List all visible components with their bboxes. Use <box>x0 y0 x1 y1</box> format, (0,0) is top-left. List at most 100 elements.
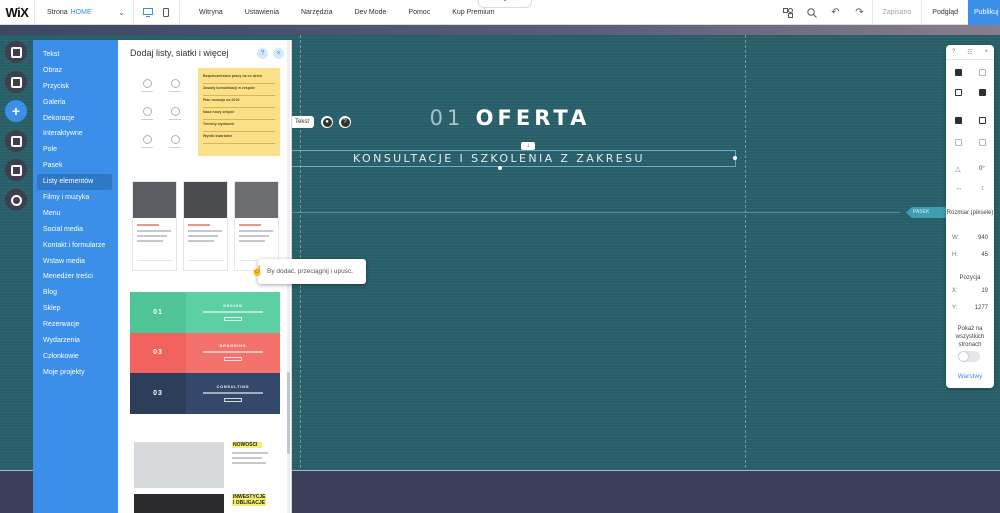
list-item <box>162 72 188 98</box>
category-blog[interactable]: Blog <box>33 285 118 301</box>
category-strip[interactable]: Pasek <box>33 158 118 174</box>
undo-icon[interactable]: ↶ <box>824 0 848 25</box>
close-button[interactable]: × <box>273 48 284 59</box>
inspector-layout-icon[interactable]: ☷ <box>967 49 972 56</box>
text-element-chip[interactable]: Tekst <box>290 116 314 128</box>
list-preset-news[interactable]: NOWOŚCI INWESTYCJE I OBLIGACJE <box>132 438 282 513</box>
category-decorative[interactable]: Dekoracje <box>33 111 118 127</box>
publish-button[interactable]: Publikuj <box>968 0 1000 25</box>
show-all-pages-toggle[interactable] <box>958 351 980 362</box>
duplicate-icon[interactable] <box>954 89 962 96</box>
category-text[interactable]: Tekst <box>33 47 118 63</box>
category-gallery[interactable]: Galeria <box>33 95 118 111</box>
category-video-music[interactable]: Filmy i muzyka <box>33 190 118 206</box>
stretch-icon[interactable]: ↔ <box>955 185 962 192</box>
category-embed[interactable]: Wstaw media <box>33 254 118 270</box>
width-field[interactable]: W: 940 <box>952 235 988 241</box>
collapse-topbar-button[interactable]: ⌃ <box>478 0 532 8</box>
animation-icon[interactable]: ● <box>321 116 333 128</box>
category-button[interactable]: Przycisk <box>33 79 118 95</box>
topbar-tools: ↶ ↷ Zapisano Podgląd Publikuj <box>776 0 1000 25</box>
preview-button[interactable]: Podgląd <box>921 0 968 25</box>
category-my-designs[interactable]: Moje projekty <box>33 365 118 381</box>
download-icon[interactable]: ↓ <box>521 142 535 150</box>
background-button[interactable] <box>5 71 27 93</box>
zoom-icon[interactable] <box>800 0 824 25</box>
mobile-view-icon[interactable] <box>161 7 171 17</box>
list-preset-colored-rows[interactable]: 01 DESIGN 03 BRANDING 03 CONSULTING <box>130 292 280 414</box>
flip-icon[interactable]: ↕ <box>981 185 985 192</box>
category-social[interactable]: Social media <box>33 222 118 238</box>
page-selector[interactable]: Strona HOME ⌄ <box>34 0 134 25</box>
list-item: Bezpieczeństwo pracy na co dzień <box>203 72 275 84</box>
panel-scrollbar-thumb[interactable] <box>287 372 290 454</box>
inspector-row-align <box>946 139 994 146</box>
menu-item-dev-mode[interactable]: Dev Mode <box>344 9 398 16</box>
section-title[interactable]: 01 OFERTA <box>380 106 640 130</box>
apps-button[interactable] <box>5 130 27 152</box>
section-subtitle[interactable]: KONSULTACJE I SZKOLENIA Z ZAKRESU <box>262 150 736 167</box>
category-store[interactable]: Sklep <box>33 301 118 317</box>
inspector-header: ? ☷ × <box>946 45 994 60</box>
size-label: Rozmiar (piksele) <box>946 210 994 216</box>
save-status[interactable]: Zapisano <box>871 0 922 25</box>
chevron-down-icon: ⌄ <box>118 7 125 17</box>
align-icon[interactable] <box>954 139 962 146</box>
category-box[interactable]: Pole <box>33 142 118 158</box>
category-events[interactable]: Wydarzenia <box>33 333 118 349</box>
rotate-icon[interactable]: △ <box>955 165 960 173</box>
category-lists[interactable]: Listy elementów <box>37 174 112 191</box>
news-image <box>134 494 224 513</box>
layers-link[interactable]: Warstwy <box>946 373 994 380</box>
current-page-name: HOME <box>70 8 92 16</box>
menu-item-site[interactable]: Witryna <box>188 9 234 16</box>
category-members[interactable]: Członkowie <box>33 349 118 365</box>
strip-label-tag[interactable]: PASEK <box>906 207 951 218</box>
resize-handle-bottom[interactable] <box>498 166 502 170</box>
send-backward-icon[interactable] <box>978 117 986 124</box>
inspector-close-icon[interactable]: × <box>985 49 989 55</box>
media-button[interactable] <box>5 159 27 181</box>
list-item <box>162 128 188 154</box>
menu-item-upgrade[interactable]: Kup Premium <box>441 9 505 16</box>
list-preset-icons-grid[interactable] <box>130 66 190 154</box>
pages-icon <box>10 46 22 58</box>
add-button[interactable]: + <box>5 100 27 122</box>
menu-item-settings[interactable]: Ustawienia <box>234 9 290 16</box>
list-preset-yellow[interactable]: Bezpieczeństwo pracy na co dzień Zasady … <box>198 68 280 156</box>
inspector-row-copy <box>946 69 994 76</box>
help-button[interactable]: ? <box>257 48 268 59</box>
distribute-icon[interactable] <box>978 139 986 146</box>
category-bookings[interactable]: Rezerwacje <box>33 317 118 333</box>
site-tools-icon[interactable] <box>776 0 800 25</box>
inspector-row-stretch: ↔ ↕ <box>946 185 994 192</box>
y-field[interactable]: Y: 1277 <box>952 305 988 311</box>
menu-item-tools[interactable]: Narzędzia <box>290 9 344 16</box>
category-menu[interactable]: Menu <box>33 206 118 222</box>
pages-button[interactable] <box>5 41 27 63</box>
copy-icon[interactable] <box>954 69 962 76</box>
resize-handle-right[interactable] <box>733 156 737 160</box>
category-content-manager[interactable]: Menedżer treści <box>33 269 118 285</box>
category-contact[interactable]: Kontakt i formularze <box>33 238 118 254</box>
x-field[interactable]: X: 19 <box>952 288 988 294</box>
apps-icon <box>10 135 22 147</box>
blog-button[interactable] <box>5 189 27 211</box>
inspector-help-icon[interactable]: ? <box>952 49 955 55</box>
desktop-view-icon[interactable] <box>142 7 153 17</box>
media-icon <box>10 164 22 176</box>
delete-icon[interactable] <box>978 89 986 96</box>
header-strip <box>0 25 1000 35</box>
category-image[interactable]: Obraz <box>33 63 118 79</box>
news-image <box>134 442 224 488</box>
hand-cursor-icon: ☝ <box>251 266 264 277</box>
paste-icon[interactable] <box>978 69 986 76</box>
help-icon[interactable]: ? <box>339 116 351 128</box>
bring-forward-icon[interactable] <box>954 117 962 124</box>
redo-icon[interactable]: ↷ <box>848 0 872 25</box>
height-field[interactable]: H: 45 <box>952 252 988 258</box>
menu-item-help[interactable]: Pomoc <box>397 9 441 16</box>
rotation-value[interactable]: 0° <box>979 166 985 172</box>
list-preset-cards[interactable] <box>132 181 280 271</box>
category-interactive[interactable]: Interaktywne <box>33 126 118 142</box>
